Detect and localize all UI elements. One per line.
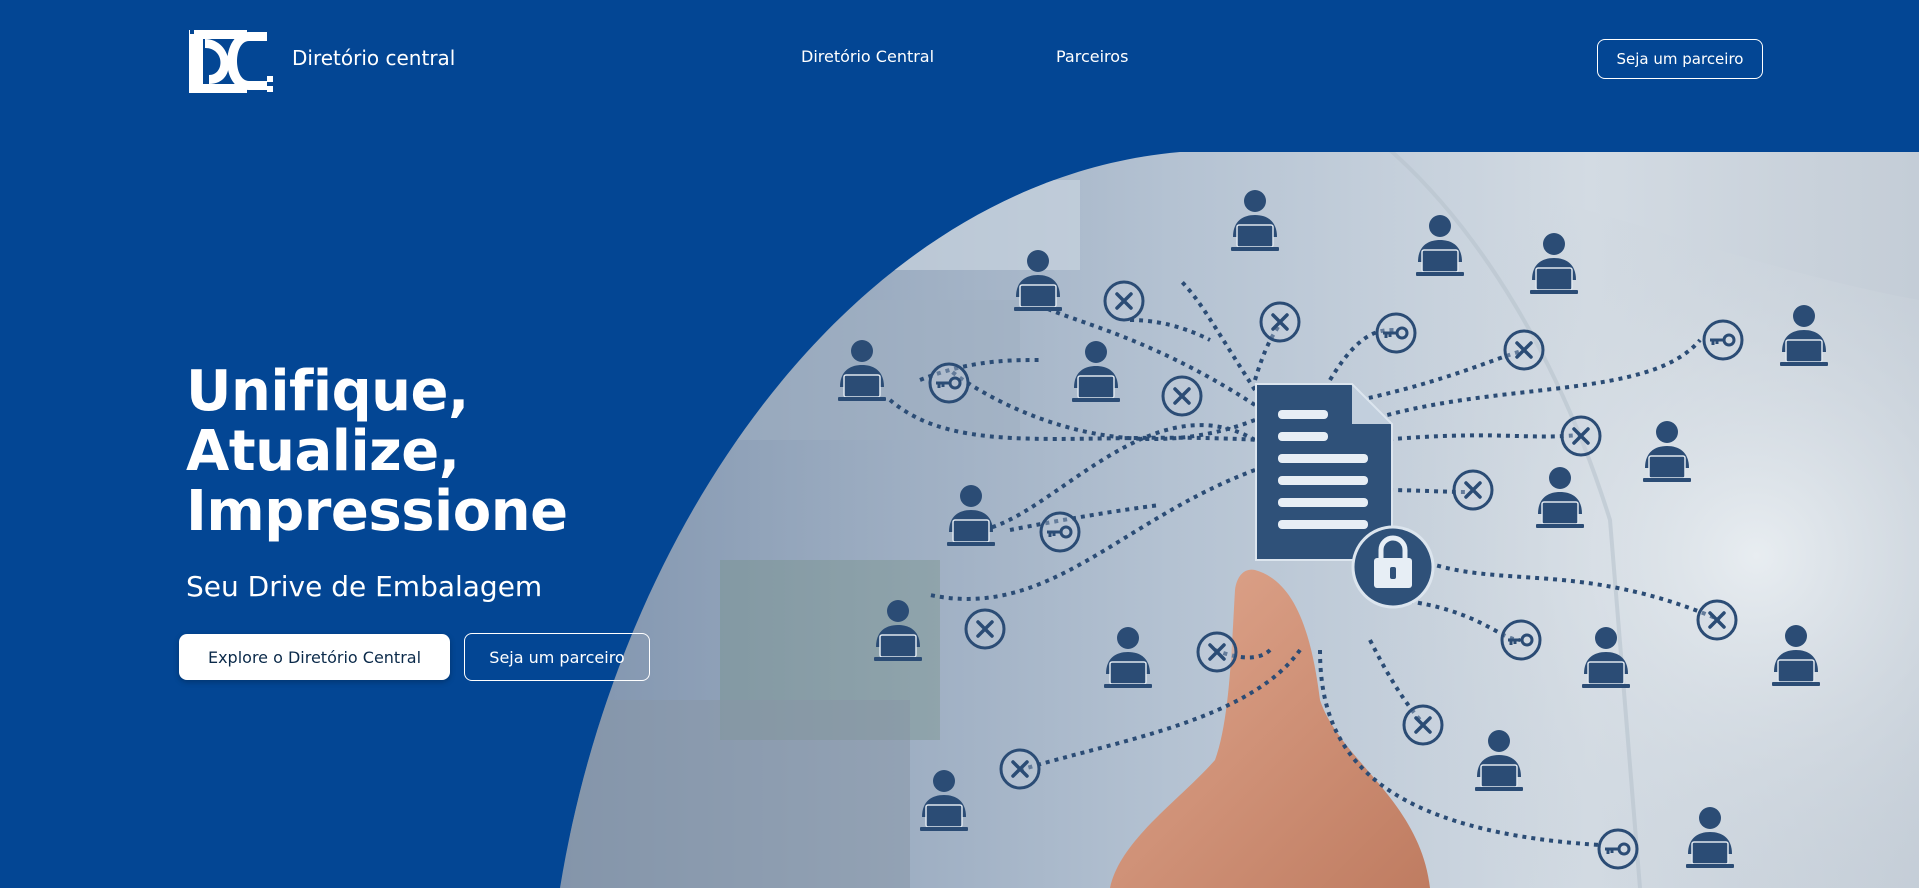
explore-directory-button[interactable]: Explore o Diretório Central xyxy=(179,634,450,680)
site-header: Diretório central Diretório Central Parc… xyxy=(0,0,1919,120)
brand-logo-icon[interactable] xyxy=(189,26,273,96)
nav-link-diretorio-central[interactable]: Diretório Central xyxy=(801,47,934,66)
hero-subtitle: Seu Drive de Embalagem xyxy=(186,570,543,603)
brand-name[interactable]: Diretório central xyxy=(292,46,455,70)
hero-title-line-1: Unifique, xyxy=(186,359,469,424)
hero-title-line-2: Atualize, xyxy=(186,419,460,484)
hero-title: Unifique, Atualize, Impressione xyxy=(186,362,568,542)
nav-link-parceiros[interactable]: Parceiros xyxy=(1056,47,1128,66)
header-partner-button[interactable]: Seja um parceiro xyxy=(1597,39,1763,79)
hero-partner-button[interactable]: Seja um parceiro xyxy=(464,633,650,681)
hero-title-line-3: Impressione xyxy=(186,479,568,544)
